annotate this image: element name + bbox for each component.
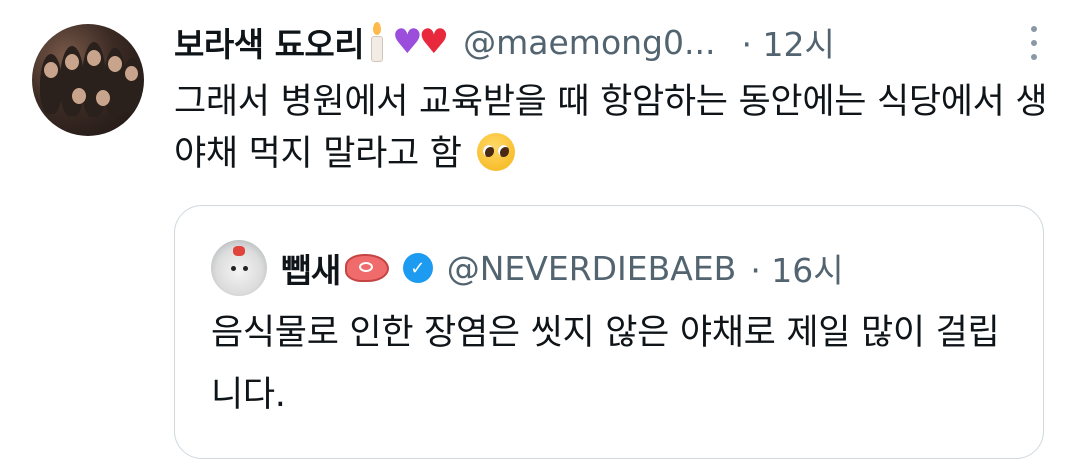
avatar[interactable] (32, 24, 144, 136)
meat-icon (344, 254, 389, 282)
verified-badge-icon: ✓ (402, 253, 433, 283)
quoted-display-name[interactable]: 뺍새 (281, 244, 341, 292)
pleading-face-icon (476, 133, 515, 171)
quoted-tweet-card[interactable]: 뺍새 ✓ @NEVERDIEBAEB · 16시 음식물로 인한 장염은 씻지 … (174, 205, 1044, 459)
more-options-icon[interactable] (1030, 26, 1038, 60)
timestamp[interactable]: · 12시 (741, 18, 834, 66)
quoted-tweet-text: 음식물로 인한 장염은 씻지 않은 야채로 제일 많이 걸립니다. (211, 313, 1000, 415)
handle[interactable]: @maemong0... (463, 23, 715, 62)
quoted-header: 뺍새 ✓ @NEVERDIEBAEB · 16시 (281, 236, 1023, 300)
tweet-text-content: 그래서 병원에서 교육받을 때 항암하는 동안에는 식당에서 생야채 먹지 말라… (174, 82, 1048, 174)
red-heart-icon: ♥ (418, 22, 450, 62)
tweet-header: 보라색 됴오리 ♥ ♥ @maemong0... · 12시 (174, 14, 1060, 70)
name-emoji-badges: ♥ ♥ (370, 22, 449, 62)
candle-icon (370, 22, 384, 62)
quoted-avatar[interactable] (211, 240, 267, 296)
quoted-timestamp[interactable]: · 16시 (750, 244, 843, 292)
tweet-text: 그래서 병원에서 교육받을 때 항암하는 동안에는 식당에서 생야채 먹지 말라… (174, 76, 1054, 180)
display-name[interactable]: 보라색 됴오리 (174, 18, 365, 66)
quoted-handle[interactable]: @NEVERDIEBAEB (447, 249, 737, 288)
